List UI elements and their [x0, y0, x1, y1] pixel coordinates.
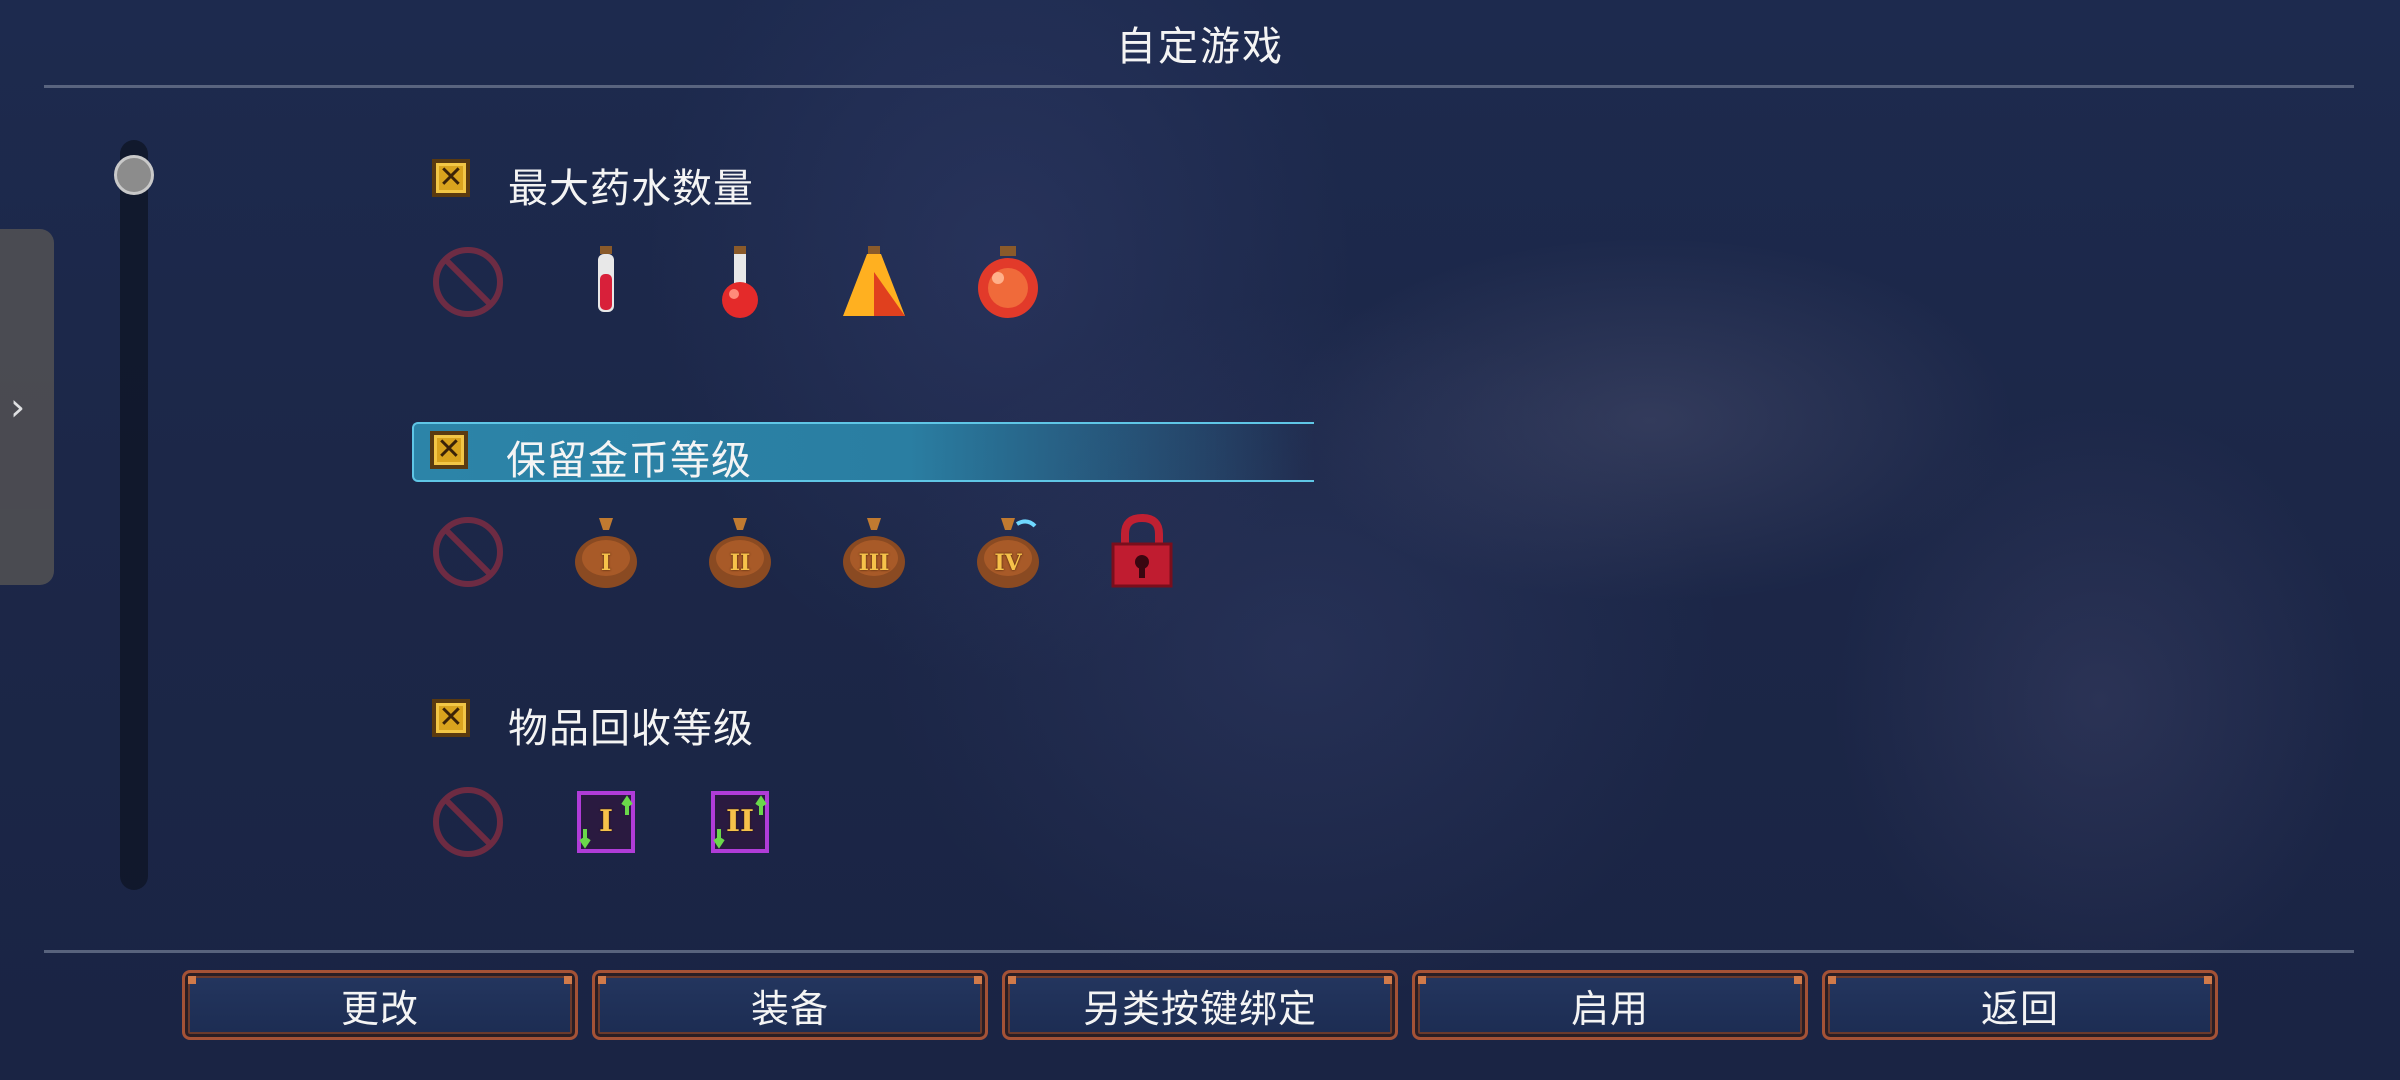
none-option[interactable]	[428, 242, 508, 322]
option-row	[416, 242, 1316, 332]
equip-button[interactable]: 装备	[592, 970, 988, 1040]
section-label: 物品回收等级	[508, 706, 754, 752]
section-checkbox[interactable]: ✕	[432, 699, 470, 737]
checkbox-x-icon: ✕	[438, 160, 464, 195]
page-title: 自定游戏	[1116, 24, 1284, 70]
forbidden-icon	[433, 517, 503, 587]
none-option[interactable]	[428, 512, 508, 592]
gold-bag-option[interactable]: IV	[968, 512, 1048, 592]
chevron-right-icon: ›	[10, 385, 26, 429]
level-numeral: II	[729, 550, 751, 576]
alt-keybind-button[interactable]: 另类按键绑定	[1002, 970, 1398, 1040]
potion-cone-icon	[843, 246, 905, 316]
footer-divider	[44, 950, 2354, 953]
none-option[interactable]	[428, 782, 508, 862]
gold-bag-option[interactable]: III	[834, 512, 914, 592]
potion-vial-icon	[598, 246, 614, 312]
forbidden-icon	[433, 247, 503, 317]
section-checkbox[interactable]: ✕	[430, 431, 468, 469]
scrollbar-thumb[interactable]	[114, 155, 154, 195]
section-checkbox[interactable]: ✕	[432, 159, 470, 197]
level-numeral: II	[725, 804, 755, 839]
level-numeral: IV	[994, 550, 1022, 576]
level-numeral: III	[858, 550, 890, 576]
section-label: 最大药水数量	[508, 166, 754, 212]
side-panel-toggle[interactable]: ›	[0, 229, 54, 585]
back-button[interactable]: 返回	[1822, 970, 2218, 1040]
gold-bag-option[interactable]: I	[566, 512, 646, 592]
checkbox-x-icon: ✕	[436, 432, 462, 467]
option-row: I II III IV	[416, 512, 1316, 602]
checkbox-x-icon: ✕	[438, 700, 464, 735]
padlock-icon	[1111, 514, 1173, 588]
level-numeral: I	[598, 804, 614, 839]
locked-option[interactable]	[1102, 512, 1182, 592]
change-button[interactable]: 更改	[182, 970, 578, 1040]
section-header[interactable]: ✕ 最大药水数量	[416, 152, 1316, 212]
gold-bag-option[interactable]: II	[700, 512, 780, 592]
section-label: 保留金币等级	[506, 438, 752, 484]
potion-option[interactable]	[834, 242, 914, 322]
potion-round-icon	[978, 246, 1038, 318]
potion-flask-icon	[722, 246, 758, 318]
bottom-action-bar: 更改 装备 另类按键绑定 启用 返回	[182, 970, 2222, 1040]
header-divider	[44, 85, 2354, 88]
potion-option[interactable]	[566, 242, 646, 322]
scrollbar-track[interactable]	[120, 140, 148, 890]
section-header[interactable]: ✕ 保留金币等级	[412, 422, 1314, 484]
potion-option[interactable]	[700, 242, 780, 322]
enable-button[interactable]: 启用	[1412, 970, 1808, 1040]
level-numeral: I	[600, 550, 612, 576]
option-row: I II	[416, 782, 1316, 872]
forbidden-icon	[433, 787, 503, 857]
section-header[interactable]: ✕ 物品回收等级	[416, 692, 1316, 752]
recycle-option[interactable]: II	[700, 782, 780, 862]
recycle-option[interactable]: I	[566, 782, 646, 862]
potion-option[interactable]	[968, 242, 1048, 322]
